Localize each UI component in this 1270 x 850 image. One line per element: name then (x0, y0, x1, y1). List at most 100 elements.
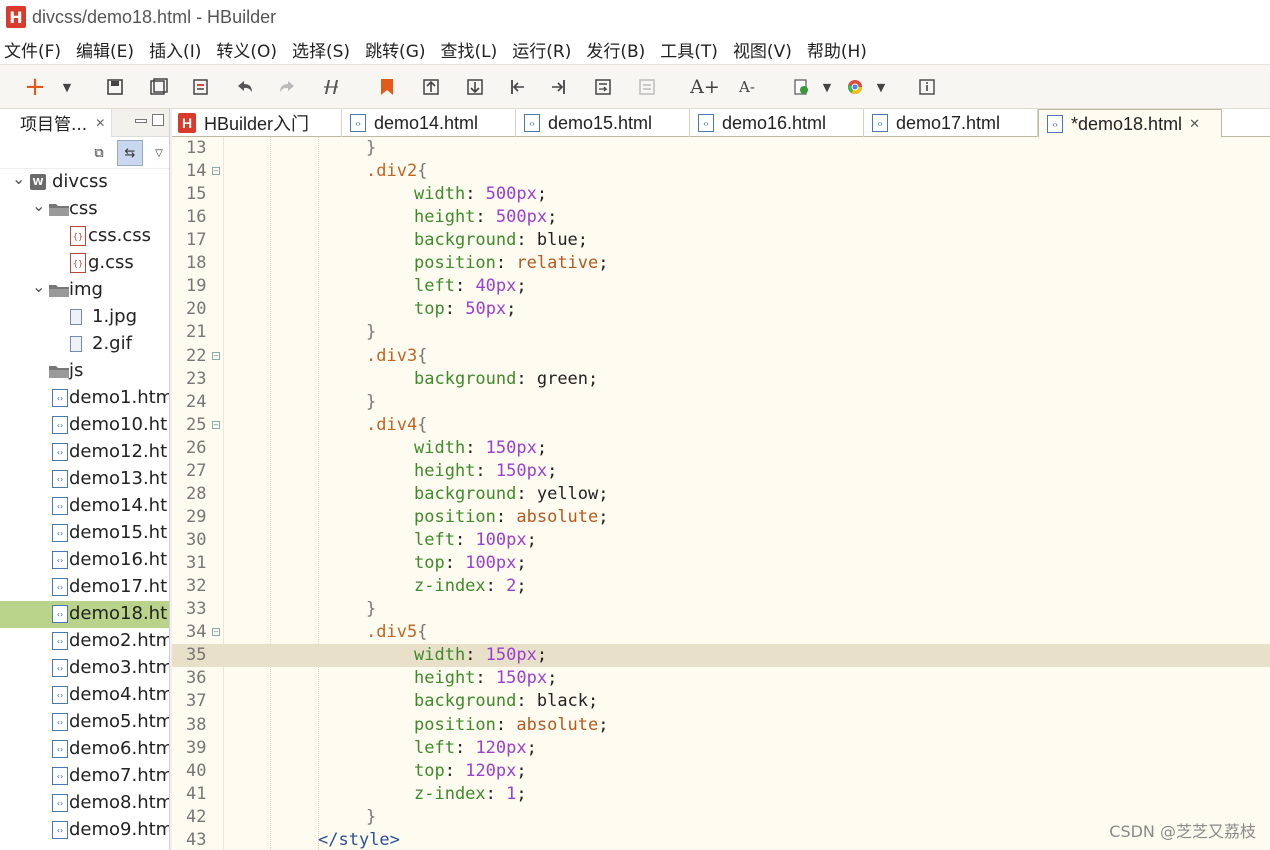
code-token: ; (577, 230, 589, 250)
menu-item[interactable]: 编辑(E) (76, 37, 134, 62)
menu-item[interactable]: 文件(F) (4, 37, 61, 62)
font-decrease-icon[interactable]: A- (736, 76, 758, 98)
tree-item-html[interactable]: ‹› demo16.ht (0, 547, 169, 574)
line-number: 17 (186, 230, 207, 250)
editor-tab[interactable]: ‹› demo16.html (690, 109, 864, 137)
font-increase-icon[interactable]: A+ (690, 76, 720, 98)
chrome-icon[interactable] (844, 76, 866, 98)
menu-item[interactable]: 查找(L) (441, 37, 498, 62)
tree-item-html[interactable]: ‹› demo18.ht (0, 601, 169, 628)
tree-item-html[interactable]: ‹› demo4.htm (0, 682, 169, 709)
image-file-icon (70, 309, 82, 325)
fold-toggle-icon[interactable]: − (212, 167, 220, 175)
code-token: width (414, 438, 466, 458)
tree-item-html[interactable]: ‹› demo14.ht (0, 493, 169, 520)
dropdown-icon[interactable]: ▼ (820, 76, 834, 98)
menu-item[interactable]: 工具(T) (660, 37, 718, 62)
project-panel-subtoolbar: ⧉ ⇆ ▽ (0, 137, 169, 169)
tree-item-label: demo4.htm (69, 684, 170, 705)
goto-start-icon[interactable] (506, 76, 528, 98)
editor-tab-label: demo14.html (374, 112, 479, 133)
chevron-down-icon[interactable]: ⌄ (12, 169, 25, 188)
editor-tab[interactable]: ‹› demo17.html (864, 109, 1038, 137)
tree-item-html[interactable]: ‹› demo3.htm (0, 655, 169, 682)
editor-tab[interactable]: ‹› *demo18.html ✕ (1038, 109, 1222, 138)
chevron-down-icon[interactable]: ⌄ (32, 277, 45, 296)
dropdown-icon[interactable]: ▼ (60, 76, 74, 98)
code-text: .div2{ (366, 161, 427, 181)
chevron-down-icon[interactable]: ⌄ (32, 196, 45, 215)
info-icon[interactable] (916, 76, 938, 98)
code-token: height (414, 461, 476, 481)
tree-item-project[interactable]: ⌄ Wdivcss (0, 169, 169, 196)
editor-tab[interactable]: ‹› demo14.html (342, 109, 516, 137)
fold-toggle-icon[interactable]: − (212, 352, 220, 360)
tree-item-html[interactable]: ‹› demo2.htm (0, 628, 169, 655)
tree-item-html[interactable]: ‹› demo17.ht (0, 574, 169, 601)
wrap-icon[interactable] (592, 76, 614, 98)
code-text: top: 100px; (414, 553, 527, 573)
tree-item-html[interactable]: ‹› demo1.htm (0, 385, 169, 412)
undo-icon[interactable] (234, 76, 256, 98)
code-token: : (516, 230, 537, 250)
tree-item-html[interactable]: ‹› demo7.htm (0, 763, 169, 790)
menu-item[interactable]: 运行(R) (512, 37, 571, 62)
css-file-icon: {} (70, 226, 86, 246)
tree-item-html[interactable]: ‹› demo9.htm (0, 817, 169, 844)
tree-item-image[interactable]: 1.jpg (0, 304, 169, 331)
goto-bottom-icon[interactable] (464, 76, 486, 98)
tree-item-html[interactable]: ‹› demo10.ht (0, 412, 169, 439)
line-number: 38 (186, 715, 207, 735)
comment-icon[interactable] (636, 76, 658, 98)
menu-item[interactable]: 插入(I) (149, 37, 201, 62)
menu-item[interactable]: 转义(O) (216, 37, 277, 62)
collapse-all-icon[interactable]: ⧉ (86, 140, 112, 166)
tree-item-html[interactable]: ‹› demo15.ht (0, 520, 169, 547)
menu-item[interactable]: 视图(V) (733, 37, 792, 62)
code-editor[interactable]: 13} 14− .div2{15 width: 500px; 16 height: 500… (172, 137, 1270, 850)
tree-item-image[interactable]: 2.gif (0, 331, 169, 358)
save-all-icon[interactable] (148, 76, 170, 98)
redo-icon[interactable] (276, 76, 298, 98)
tree-item-folder[interactable]: js (0, 358, 169, 385)
new-plus-icon[interactable]: + (24, 72, 46, 102)
run-icon[interactable] (790, 76, 812, 98)
code-text: } (366, 138, 376, 158)
code-token: { (417, 346, 428, 366)
editor-tabbar: H HBuilder入门 ‹› demo14.html ‹› demo15.html ‹› d… (172, 109, 1270, 138)
view-menu-icon[interactable]: ▽ (146, 140, 169, 166)
tree-item-folder[interactable]: ⌄ img (0, 277, 169, 304)
tree-item-html[interactable]: ‹› demo5.htm (0, 709, 169, 736)
dropdown-icon[interactable]: ▼ (874, 76, 888, 98)
tree-item-html[interactable]: ‹› demo12.ht (0, 439, 169, 466)
menu-item[interactable]: 选择(S) (292, 37, 350, 62)
minimize-icon[interactable] (135, 119, 147, 123)
html-file-icon: ‹› (52, 524, 68, 542)
maximize-icon[interactable] (152, 114, 164, 126)
tree-item-html[interactable]: ‹› demo8.htm (0, 790, 169, 817)
format-icon[interactable] (320, 76, 342, 98)
close-icon[interactable]: ✕ (1189, 116, 1200, 132)
goto-top-icon[interactable] (420, 76, 442, 98)
fold-toggle-icon[interactable]: − (212, 628, 220, 636)
tree-item-html[interactable]: ‹› demo6.htm (0, 736, 169, 763)
close-icon[interactable]: ✕ (95, 116, 105, 130)
goto-end-icon[interactable] (548, 76, 570, 98)
tree-item-css[interactable]: {} g.css (0, 250, 169, 277)
menu-bar: 文件(F) 编辑(E) 插入(I) 转义(O) 选择(S) 跳转(G) 查找(L) 运行(R)… (0, 34, 1270, 64)
project-manager-tab[interactable]: 项目管... ✕ (0, 109, 113, 137)
menu-item[interactable]: 帮助(H) (807, 37, 867, 62)
history-icon[interactable] (190, 76, 212, 98)
bookmark-icon[interactable] (376, 76, 398, 98)
tree-item-html[interactable]: ‹› demo13.ht (0, 466, 169, 493)
save-icon[interactable] (104, 76, 126, 98)
code-line: 34− .div5{ (172, 621, 1270, 644)
tree-item-folder[interactable]: ⌄ css (0, 196, 169, 223)
tree-item-css[interactable]: {} css.css (0, 223, 169, 250)
fold-toggle-icon[interactable]: − (212, 421, 220, 429)
menu-item[interactable]: 发行(B) (586, 37, 645, 62)
menu-item[interactable]: 跳转(G) (365, 37, 425, 62)
link-editor-icon[interactable]: ⇆ (117, 140, 143, 166)
editor-tab[interactable]: ‹› demo15.html (516, 109, 690, 137)
editor-tab[interactable]: H HBuilder入门 (172, 109, 342, 137)
